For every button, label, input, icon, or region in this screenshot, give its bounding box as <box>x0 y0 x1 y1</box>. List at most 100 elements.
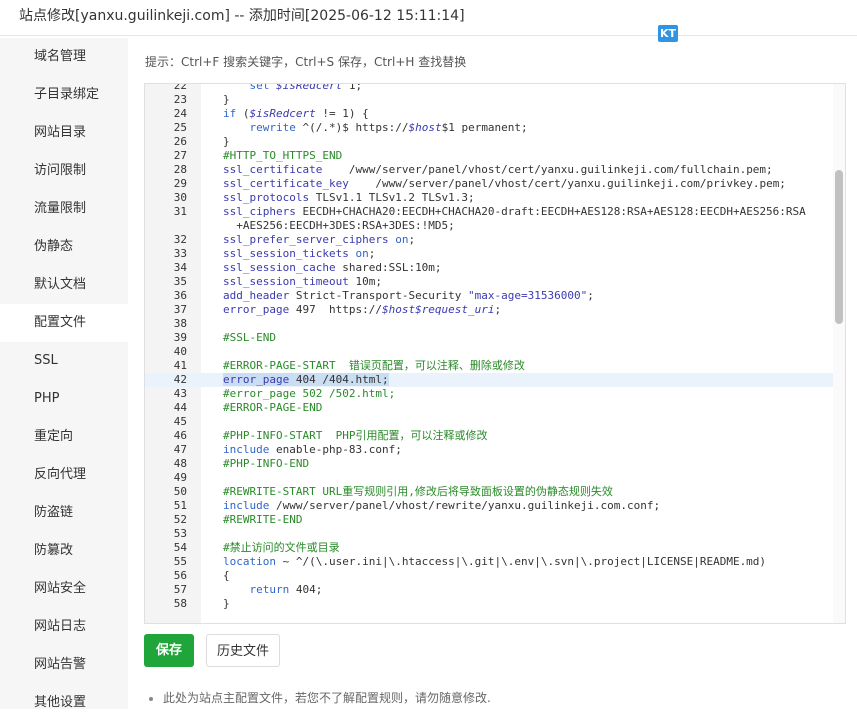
code-text: ssl_session_tickets on; <box>223 247 376 260</box>
code-line[interactable]: 48 #PHP-INFO-END <box>145 457 833 471</box>
sidebar-item[interactable]: 子目录绑定 <box>0 76 128 114</box>
sidebar-item[interactable]: 防盗链 <box>0 494 128 532</box>
sidebar-item[interactable]: PHP <box>0 380 128 418</box>
code-line[interactable]: 51 include /www/server/panel/vhost/rewrit… <box>145 499 833 513</box>
history-files-button[interactable]: 历史文件 <box>206 634 280 667</box>
code-line[interactable]: 52 #REWRITE-END <box>145 513 833 527</box>
code-text: ssl_protocols TLSv1.1 TLSv1.2 TLSv1.3; <box>223 191 475 204</box>
code-text: #REWRITE-START URL重写规则引用,修改后将导致面板设置的伪静态规… <box>223 485 613 498</box>
sidebar-item[interactable]: 反向代理 <box>0 456 128 494</box>
sidebar: 域名管理 子目录绑定 网站目录 访问限制 流量限制 伪静态 默认文档 配置文件 SSL PHP 重定… <box>0 38 128 710</box>
code-line[interactable]: 40 <box>145 345 833 359</box>
code-line[interactable]: 28 ssl_certificate /www/server/panel/vhos… <box>145 163 833 177</box>
config-warning-text: 此处为站点主配置文件，若您不了解配置规则，请勿随意修改. <box>163 691 491 705</box>
code-line[interactable]: 45 <box>145 415 833 429</box>
code-line[interactable]: 55 location ~ ^/(\.user.ini|\.htaccess|\.… <box>145 555 833 569</box>
sidebar-item[interactable]: SSL <box>0 342 128 380</box>
code-line[interactable]: 41 #ERROR-PAGE-START 错误页配置，可以注释、删除或修改 <box>145 359 833 373</box>
code-text: #ERROR-PAGE-END <box>223 401 323 414</box>
line-number: 50 <box>173 485 187 498</box>
line-number: 25 <box>173 121 187 134</box>
code-line[interactable]: 26} <box>145 135 833 149</box>
code-line[interactable]: 35 ssl_session_timeout 10m; <box>145 275 833 289</box>
code-line[interactable]: 23} <box>145 93 833 107</box>
code-text: } <box>223 93 230 106</box>
code-line[interactable]: 57 return 404; <box>145 583 833 597</box>
config-warning-note: 此处为站点主配置文件，若您不了解配置规则，请勿随意修改. <box>149 688 491 708</box>
code-line[interactable]: 25 rewrite ^(/.*)$ https://$host$1 perma… <box>145 121 833 135</box>
code-line[interactable]: 38 <box>145 317 833 331</box>
code-line[interactable]: 49 <box>145 471 833 485</box>
line-number: 53 <box>173 527 187 540</box>
code-line[interactable]: 36 add_header Strict-Transport-Security "… <box>145 289 833 303</box>
code-text: add_header Strict-Transport-Security "ma… <box>223 289 594 302</box>
save-button[interactable]: 保存 <box>144 634 194 667</box>
code-line[interactable]: 42 error_page 404 /404.html; <box>145 373 833 387</box>
sidebar-item[interactable]: 网站目录 <box>0 114 128 152</box>
line-number: 47 <box>173 443 187 456</box>
sidebar-item[interactable]: 流量限制 <box>0 190 128 228</box>
line-number: 32 <box>173 233 187 246</box>
code-text: rewrite ^(/.*)$ https://$host$1 permanen… <box>249 121 528 134</box>
sidebar-item[interactable]: 防篡改 <box>0 532 128 570</box>
code-line[interactable]: 58} <box>145 597 833 611</box>
sidebar-item[interactable]: 网站日志 <box>0 608 128 646</box>
sidebar-item[interactable]: 域名管理 <box>0 38 128 76</box>
code-line[interactable]: 39 #SSL-END <box>145 331 833 345</box>
code-line[interactable]: 27 #HTTP_TO_HTTPS_END <box>145 149 833 163</box>
code-line[interactable]: 32 ssl_prefer_server_ciphers on; <box>145 233 833 247</box>
code-text: #REWRITE-END <box>223 513 303 526</box>
code-line[interactable]: 30 ssl_protocols TLSv1.1 TLSv1.2 TLSv1.3; <box>145 191 833 205</box>
code-line[interactable]: 43 #error_page 502 /502.html; <box>145 387 833 401</box>
code-line[interactable]: 33 ssl_session_tickets on; <box>145 247 833 261</box>
sidebar-item[interactable]: 其他设置 <box>0 684 128 722</box>
sidebar-item[interactable]: 网站安全 <box>0 570 128 608</box>
code-line[interactable]: 50 #REWRITE-START URL重写规则引用,修改后将导致面板设置的伪静… <box>145 485 833 499</box>
sidebar-item[interactable]: 访问限制 <box>0 152 128 190</box>
code-line[interactable]: 47 include enable-php-83.conf; <box>145 443 833 457</box>
code-text: #error_page 502 /502.html; <box>223 387 396 400</box>
code-text: } <box>223 135 230 148</box>
line-number: 23 <box>173 93 187 106</box>
line-number: 24 <box>173 107 187 120</box>
code-line[interactable]: 46 #PHP-INFO-START PHP引用配置，可以注释或修改 <box>145 429 833 443</box>
code-line[interactable]: 34 ssl_session_cache shared:SSL:10m; <box>145 261 833 275</box>
line-number: 38 <box>173 317 187 330</box>
code-text: return 404; <box>249 583 323 596</box>
line-number: 33 <box>173 247 187 260</box>
sidebar-item[interactable]: 默认文档 <box>0 266 128 304</box>
line-number: 52 <box>173 513 187 526</box>
code-text: ssl_ciphers EECDH+CHACHA20:EECDH+CHACHA2… <box>223 205 806 232</box>
line-number: 39 <box>173 331 187 344</box>
code-line[interactable]: 37 error_page 497 https://$host$request_u… <box>145 303 833 317</box>
code-text: set $isRedcert 1; <box>249 83 363 92</box>
window-title: 站点修改[yanxu.guilinkeji.com] -- 添加时间[2025-… <box>19 8 465 24</box>
config-code-editor[interactable]: 22 set $isRedcert 1; 23} 24 if ($isRedcert … <box>144 83 846 624</box>
line-number: 49 <box>173 471 187 484</box>
line-number: 58 <box>173 597 187 610</box>
line-number: 22 <box>173 83 187 92</box>
line-number: 44 <box>173 401 187 414</box>
code-line[interactable]: 31 ssl_ciphers EECDH+CHACHA20:EECDH+CHACH… <box>145 205 833 233</box>
sidebar-item[interactable]: 配置文件 <box>0 304 128 342</box>
code-text: if ($isRedcert != 1) { <box>223 107 369 120</box>
scrollbar-thumb[interactable] <box>835 170 843 324</box>
line-number: 35 <box>173 275 187 288</box>
window-titlebar: 站点修改[yanxu.guilinkeji.com] -- 添加时间[2025-… <box>0 0 857 36</box>
sidebar-item[interactable]: 重定向 <box>0 418 128 456</box>
code-line[interactable]: 44 #ERROR-PAGE-END <box>145 401 833 415</box>
code-line[interactable]: 29 ssl_certificate_key /www/server/panel/… <box>145 177 833 191</box>
line-number: 26 <box>173 135 187 148</box>
editor-scrollbar[interactable] <box>833 84 845 623</box>
line-number: 31 <box>173 205 187 218</box>
code-line[interactable]: 53 <box>145 527 833 541</box>
code-text: #HTTP_TO_HTTPS_END <box>223 149 343 162</box>
sidebar-item[interactable]: 伪静态 <box>0 228 128 266</box>
code-content[interactable]: 22 set $isRedcert 1; 23} 24 if ($isRedcert … <box>145 83 833 611</box>
sidebar-item[interactable]: 网站告警 <box>0 646 128 684</box>
code-line[interactable]: 54 #禁止访问的文件或目录 <box>145 541 833 555</box>
code-line[interactable]: 56 { <box>145 569 833 583</box>
code-line[interactable]: 22 set $isRedcert 1; <box>145 83 833 93</box>
line-number: 54 <box>173 541 187 554</box>
code-line[interactable]: 24 if ($isRedcert != 1) { <box>145 107 833 121</box>
